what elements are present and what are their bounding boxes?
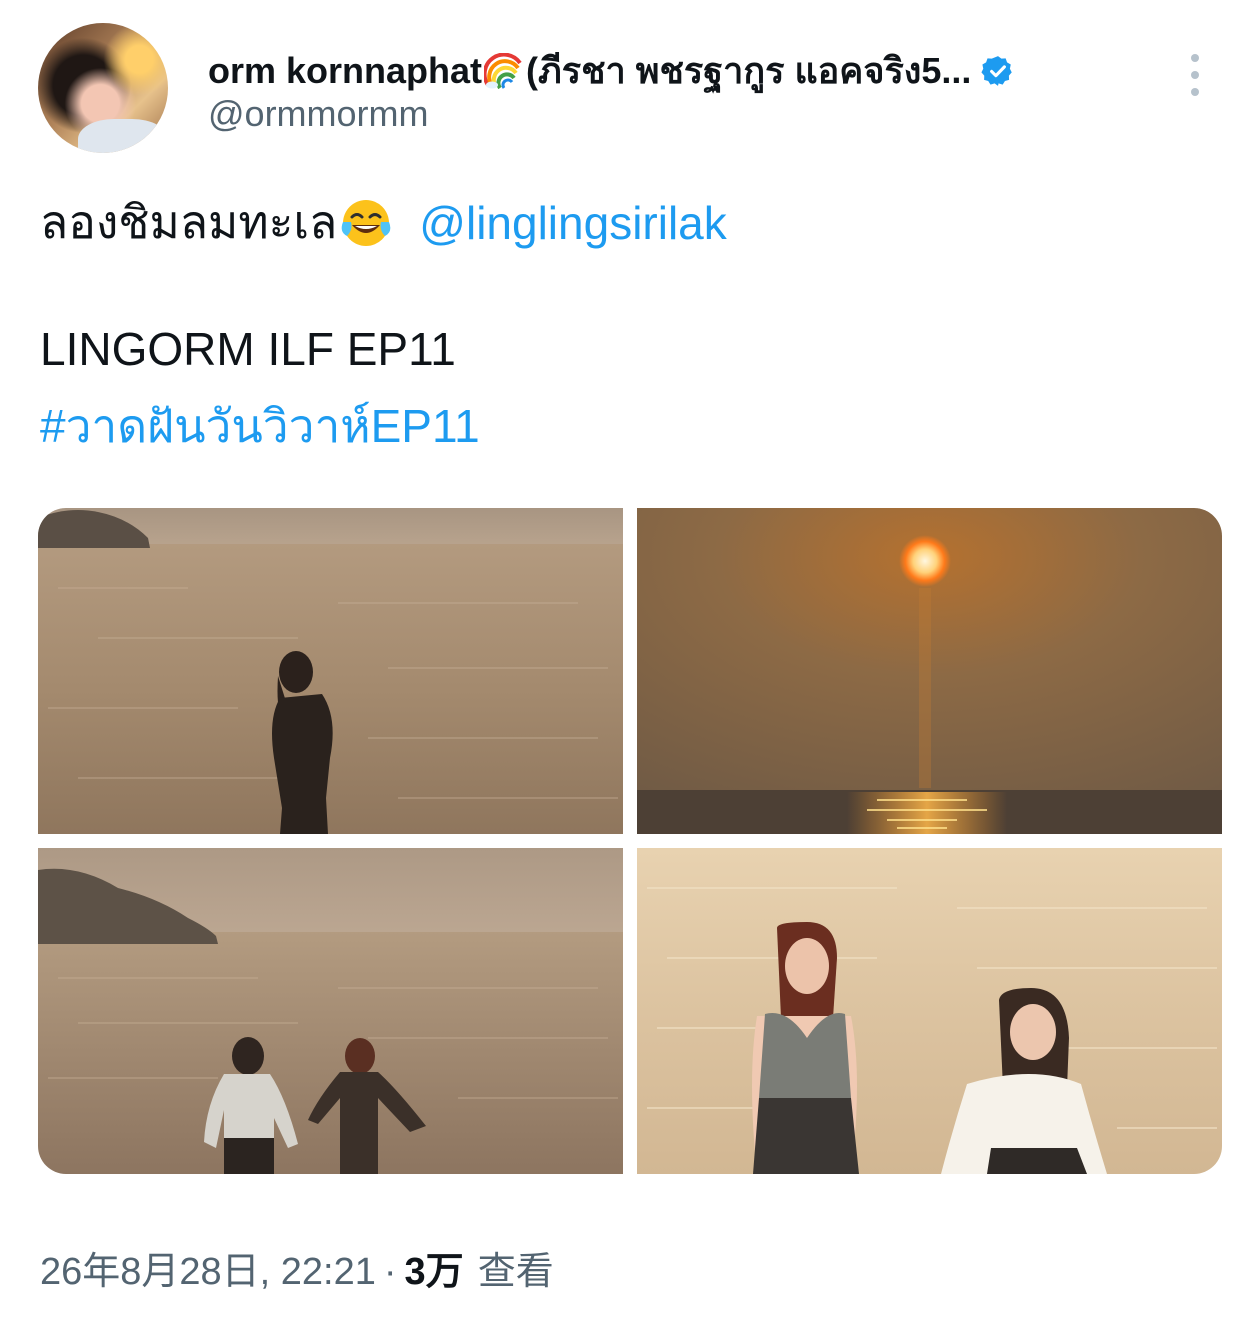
meta-separator: · [383,1251,397,1293]
media-grid [38,508,1222,1174]
tweet-text-line-2: LINGORM ILF EP11 [40,323,456,375]
views-label: 查看 [477,1251,554,1293]
more-options-icon[interactable] [1184,54,1206,96]
hashtag-link[interactable]: #วาดฝันวันวิวาห์EP11 [40,390,480,463]
author-handle[interactable]: @ormmormm [208,93,429,135]
photo-sunset-over-sea[interactable] [637,508,1222,834]
mention-link[interactable]: @linglingsirilak [419,196,726,250]
tweet-meta: 26年8月28日, 22:21 · 3万 查看 [40,1240,554,1295]
more-dot [1191,54,1199,62]
more-dot [1191,88,1199,96]
more-dot [1191,71,1199,79]
tweet-thai-text: ลองชิมลมทะเล [40,196,338,248]
display-name-text: orm kornnaphat [208,49,483,91]
avatar-shirt-shape [78,119,168,153]
tears-of-joy-emoji-icon [339,196,393,250]
display-name-thai-text: (ภีรชา พชรฐากูร แอคจริง5... [526,50,972,91]
tweet-timestamp[interactable]: 26年8月28日, 22:21 [40,1240,376,1295]
views-count: 3万 [404,1251,464,1293]
author-avatar[interactable] [38,23,168,153]
photo-two-women-laughing-sea[interactable] [637,848,1222,1174]
photo-two-women-silhouette-beach[interactable] [38,848,623,1174]
tweet-text-line-1: ลองชิมลมทะเล @linglingsirilak [40,186,727,259]
rainbow-icon [482,52,524,89]
author-display-name[interactable]: orm kornnaphat (ภีรชา พชรฐากูร แอคจริง5.… [208,42,1015,99]
verified-badge-icon[interactable] [981,54,1015,88]
photo-silhouette-woman-sea[interactable] [38,508,623,834]
